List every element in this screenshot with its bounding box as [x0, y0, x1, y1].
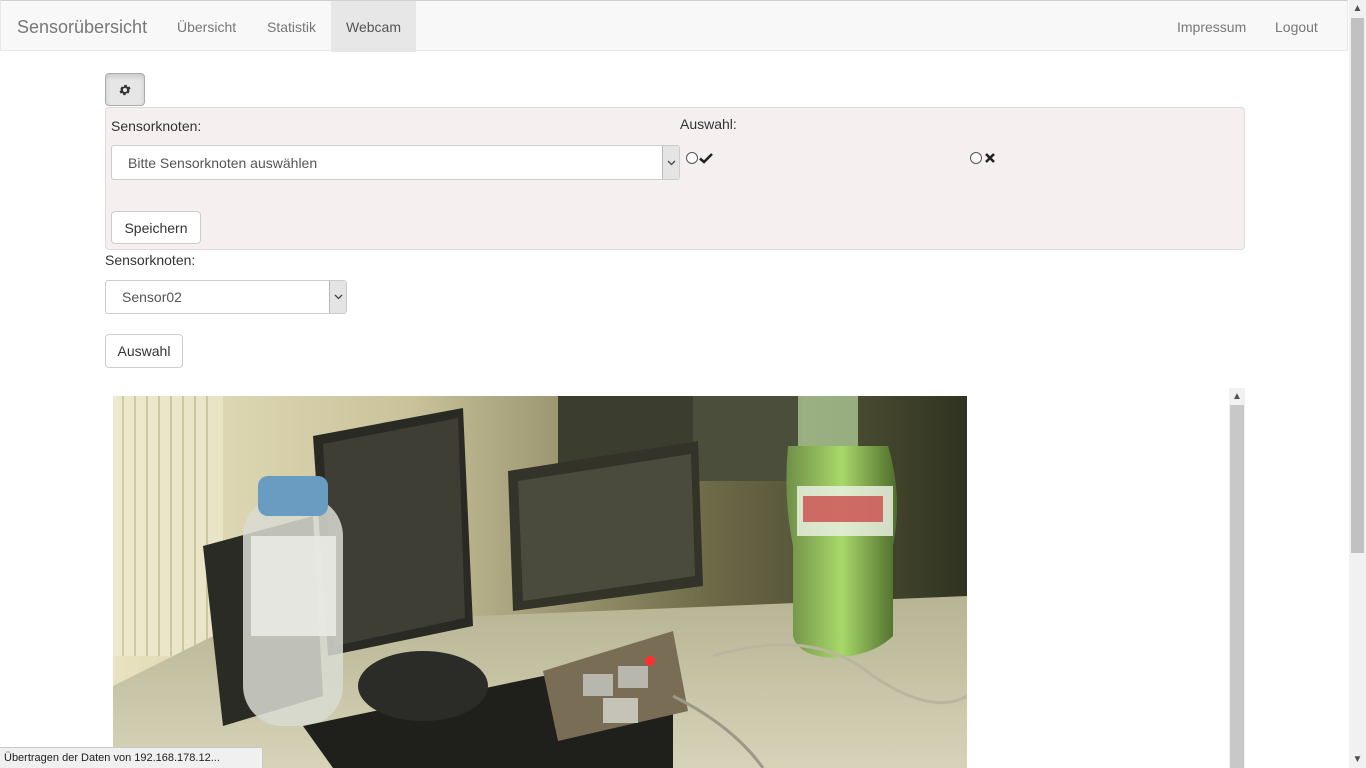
settings-toggle-button[interactable]	[105, 73, 145, 106]
option-accept-radio[interactable]	[686, 152, 698, 164]
scroll-down-icon[interactable]: ▼	[1349, 751, 1366, 768]
settings-sensor-select-value: Bitte Sensorknoten auswählen	[128, 154, 318, 171]
nav-item-impressum[interactable]: Impressum	[1162, 1, 1261, 52]
settings-sensor-select[interactable]: Bitte Sensorknoten auswählen	[111, 145, 680, 180]
nav-item-webcam[interactable]: Webcam	[331, 1, 416, 52]
webcam-scrollbar-thumb[interactable]	[1230, 405, 1244, 768]
sensor-select[interactable]: Sensor02	[105, 280, 347, 314]
sensor-label: Sensorknoten:	[105, 252, 196, 268]
navbar: Sensorübersicht Übersicht Statistik Webc…	[0, 0, 1348, 52]
settings-panel: Sensorknoten: Bitte Sensorknoten auswähl…	[105, 107, 1245, 250]
page-scrollbar-thumb[interactable]	[1351, 18, 1364, 553]
cross-icon	[985, 153, 995, 163]
scroll-up-icon[interactable]: ▲	[1349, 0, 1366, 17]
select-sensor-button[interactable]: Auswahl	[105, 334, 183, 368]
chevron-down-icon	[662, 146, 679, 179]
scroll-up-icon[interactable]: ▲	[1229, 388, 1245, 405]
page-scrollbar[interactable]: ▲ ▼	[1349, 0, 1366, 768]
settings-choice-label: Auswahl:	[680, 116, 737, 132]
brand-link[interactable]: Sensorübersicht	[17, 1, 147, 52]
option-reject-radio[interactable]	[970, 152, 982, 164]
webcam-image	[113, 396, 967, 768]
chevron-down-icon	[329, 281, 346, 313]
nav-item-statistik[interactable]: Statistik	[252, 1, 331, 52]
option-reject[interactable]	[970, 152, 996, 164]
sensor-select-value: Sensor02	[122, 289, 182, 305]
check-icon	[699, 153, 713, 164]
save-button[interactable]: Speichern	[111, 211, 201, 244]
settings-sensor-label: Sensorknoten:	[111, 118, 202, 134]
nav-item-logout[interactable]: Logout	[1260, 1, 1333, 52]
browser-status-bar: Übertragen der Daten von 192.168.178.12.…	[0, 747, 263, 768]
webcam-scrollbar[interactable]: ▲	[1229, 388, 1245, 768]
nav-item-uebersicht[interactable]: Übersicht	[162, 1, 251, 52]
gear-icon	[119, 84, 131, 95]
option-accept[interactable]	[686, 152, 713, 164]
